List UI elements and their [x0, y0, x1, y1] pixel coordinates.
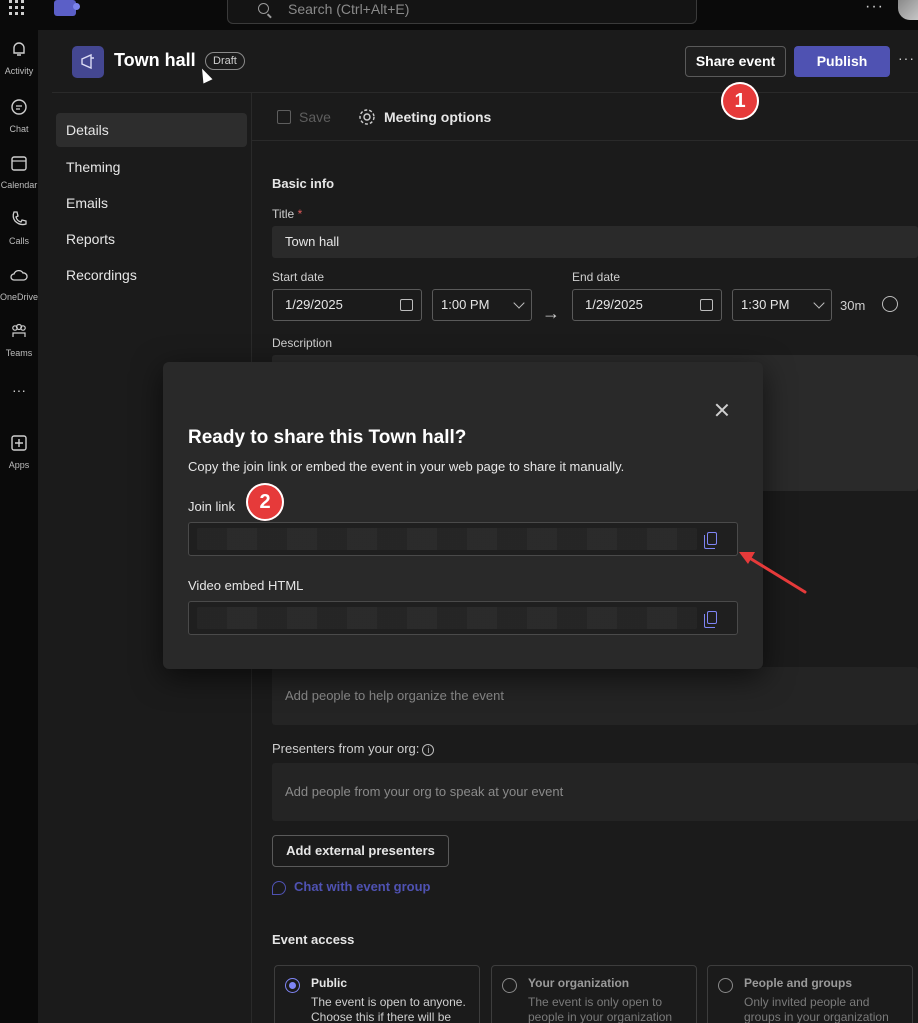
rail-label: Activity: [4, 66, 34, 76]
redacted-embed: [197, 607, 697, 629]
meeting-options-button[interactable]: Meeting options: [384, 109, 491, 125]
rail-label: Calendar: [0, 180, 38, 190]
search-placeholder: Search (Ctrl+Alt+E): [288, 1, 410, 17]
chat-icon: [272, 880, 286, 895]
more-apps-icon[interactable]: ···: [0, 382, 38, 398]
description-label: Description: [272, 336, 333, 350]
join-link-label: Join link: [188, 499, 235, 514]
teams-logo-icon: [54, 0, 80, 16]
search-input[interactable]: Search (Ctrl+Alt+E): [227, 0, 697, 24]
end-date-field[interactable]: 1/29/2025: [572, 289, 722, 321]
radio-icon: [718, 978, 733, 993]
rail-item-onedrive[interactable]: OneDrive: [0, 266, 38, 302]
end-time-select[interactable]: 1:30 PM: [732, 289, 832, 321]
bell-icon: [13, 42, 25, 56]
chevron-down-icon: [513, 297, 525, 309]
apps-icon: [11, 435, 27, 451]
settings-more-icon[interactable]: ···: [865, 0, 884, 16]
close-icon[interactable]: [714, 402, 730, 418]
cloud-icon: [10, 269, 28, 281]
megaphone-icon: [72, 46, 104, 78]
start-date-field[interactable]: 1/29/2025: [272, 289, 422, 321]
start-time-select[interactable]: 1:00 PM: [432, 289, 532, 321]
rail-label: Apps: [8, 460, 30, 470]
presenters-field[interactable]: Add people from your org to speak at you…: [272, 763, 918, 821]
presenters-label: Presenters from your org: i: [272, 741, 435, 756]
access-option-organization[interactable]: Your organization The event is only open…: [491, 965, 697, 1023]
red-arrow-annotation: [739, 552, 807, 594]
organizers-field[interactable]: Add people to help organize the event: [272, 667, 918, 725]
rail-label: Chat: [9, 124, 29, 134]
form-toolbar: Save Meeting options: [252, 93, 918, 141]
sidebar-item-recordings[interactable]: Recordings: [56, 258, 247, 292]
duration-text: 30m: [840, 298, 866, 313]
rail-item-chat[interactable]: Chat: [0, 98, 38, 134]
calendar-icon: [400, 299, 413, 311]
rail-item-calls[interactable]: Calls: [0, 210, 38, 246]
rail-item-activity[interactable]: Activity: [0, 40, 38, 76]
search-icon: [258, 3, 269, 14]
radio-icon: [502, 978, 517, 993]
copy-icon[interactable]: [704, 611, 717, 628]
app-rail: Activity Chat Calendar Calls OneDrive Te…: [0, 30, 38, 1023]
rail-item-calendar[interactable]: Calendar: [0, 154, 38, 190]
more-options-icon[interactable]: ···: [898, 50, 915, 66]
sidebar-item-reports[interactable]: Reports: [56, 222, 247, 256]
add-external-presenters-button[interactable]: Add external presenters: [272, 835, 449, 867]
chat-icon: [11, 99, 27, 115]
globe-icon[interactable]: [882, 296, 898, 312]
calendar-icon: [700, 299, 713, 311]
rail-label: OneDrive: [0, 292, 39, 302]
save-icon: [277, 110, 291, 124]
share-event-button[interactable]: Share event: [685, 46, 786, 77]
redacted-link: [197, 528, 697, 550]
chevron-down-icon: [813, 297, 825, 309]
page-title: Town hall: [114, 50, 196, 70]
event-header: Town hall Draft Share event Publish ···: [52, 30, 918, 93]
copy-icon[interactable]: [704, 532, 717, 549]
title-label: Title *: [272, 207, 303, 221]
access-option-public[interactable]: Public The event is open to anyone. Choo…: [274, 965, 480, 1023]
avatar[interactable]: [898, 0, 918, 20]
title-field[interactable]: Town hall: [272, 226, 918, 258]
section-event-access: Event access: [272, 932, 355, 947]
top-bar: Search (Ctrl+Alt+E) ···: [0, 0, 918, 30]
rail-item-apps[interactable]: Apps: [0, 434, 38, 470]
embed-html-field[interactable]: [188, 601, 738, 635]
start-date-label: Start date: [272, 270, 325, 284]
embed-html-label: Video embed HTML: [188, 578, 304, 593]
sidebar-item-details[interactable]: Details: [56, 113, 247, 147]
save-button[interactable]: Save: [299, 109, 331, 125]
phone-icon: [12, 211, 27, 226]
sidebar-item-theming[interactable]: Theming: [56, 150, 247, 184]
status-badge: Draft: [205, 52, 245, 70]
callout-badge: 1: [721, 82, 759, 120]
rail-item-teams[interactable]: Teams: [0, 322, 38, 358]
access-option-people-groups[interactable]: People and groups Only invited people an…: [707, 965, 913, 1023]
publish-button[interactable]: Publish: [794, 46, 890, 77]
dialog-subtitle: Copy the join link or embed the event in…: [188, 459, 625, 474]
rail-label: Teams: [5, 348, 33, 358]
radio-selected-icon: [285, 978, 300, 993]
chat-with-event-group-link[interactable]: Chat with event group: [272, 879, 431, 895]
dialog-title: Ready to share this Town hall?: [188, 427, 467, 448]
app-launcher-icon[interactable]: [9, 0, 27, 15]
calendar-icon: [11, 156, 27, 171]
join-link-field[interactable]: [188, 522, 738, 556]
end-date-label: End date: [572, 270, 621, 284]
teams-icon: [12, 323, 26, 337]
gear-icon: [359, 109, 375, 125]
callout-badge: 2: [246, 483, 284, 521]
section-basic-info: Basic info: [272, 176, 335, 191]
rail-label: Calls: [8, 236, 29, 246]
sidebar-item-emails[interactable]: Emails: [56, 186, 247, 220]
arrow-right-icon: →: [542, 303, 560, 323]
info-icon[interactable]: i: [422, 743, 435, 756]
